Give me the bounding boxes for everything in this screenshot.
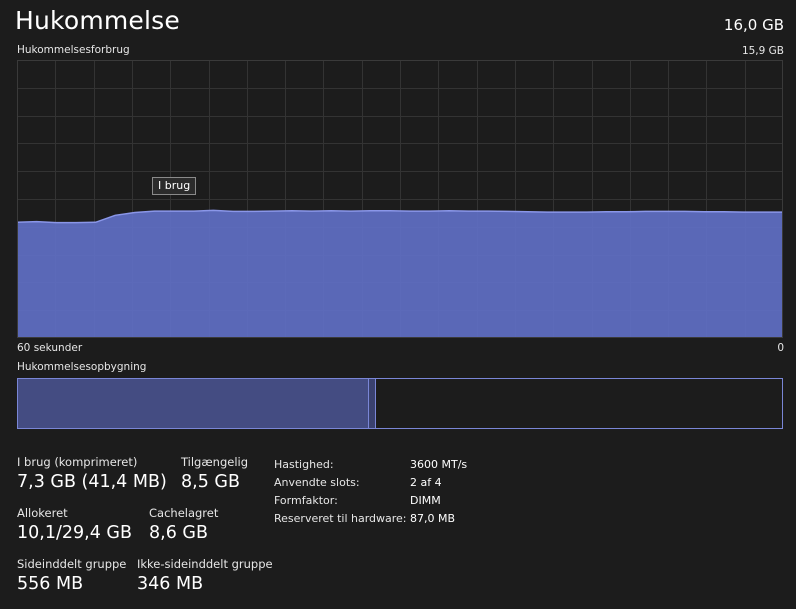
- property-value: DIMM: [410, 493, 441, 507]
- stat-paged-pool: Sideinddelt gruppe 556 MB: [17, 557, 126, 594]
- stat-paged-pool-value: 556 MB: [17, 574, 84, 594]
- stat-in-use: I brug (komprimeret) 7,3 GB (41,4 MB): [17, 455, 167, 492]
- memory-properties: Hastighed: 3600 MT/s Anvendte slots: 2 a…: [274, 455, 467, 527]
- memory-usage-chart[interactable]: [17, 60, 783, 338]
- composition-label: Hukommelsesopbygning: [17, 361, 147, 373]
- property-key: Hastighed:: [274, 457, 334, 471]
- stat-available-value: 8,5 GB: [181, 472, 240, 492]
- time-left-label: 60 sekunder: [17, 342, 83, 354]
- property-row: Formfaktor: DIMM: [274, 491, 467, 509]
- stat-in-use-label: I brug (komprimeret): [17, 455, 138, 469]
- property-key: Reserveret til hardware:: [274, 511, 407, 525]
- property-value: 2 af 4: [410, 475, 442, 489]
- stat-paged-pool-label: Sideinddelt gruppe: [17, 557, 127, 571]
- memory-composition-bar[interactable]: [17, 378, 783, 429]
- stat-available: Tilgængelig 8,5 GB: [181, 455, 248, 492]
- stat-cached-value: 8,6 GB: [149, 523, 208, 543]
- property-value: 3600 MT/s: [410, 457, 468, 471]
- composition-modified-segment[interactable]: [369, 379, 376, 428]
- stat-cached: Cachelagret 8,6 GB: [149, 506, 218, 543]
- page-title: Hukommelse: [15, 6, 180, 35]
- property-value: 87,0 MB: [410, 511, 456, 525]
- stat-committed-value: 10,1/29,4 GB: [17, 523, 132, 543]
- memory-usage-chart-svg: [17, 60, 783, 338]
- property-row: Anvendte slots: 2 af 4: [274, 473, 467, 491]
- stat-cached-label: Cachelagret: [149, 506, 219, 520]
- composition-in-use-segment[interactable]: [18, 379, 369, 428]
- stat-committed-label: Allokeret: [17, 506, 68, 520]
- stat-available-label: Tilgængelig: [181, 455, 249, 469]
- memory-performance-panel: Hukommelse 16,0 GB Hukommelsesforbrug 15…: [0, 0, 796, 609]
- usage-chart-max: 15,9 GB: [741, 45, 784, 57]
- chart-tooltip: I brug: [152, 177, 197, 195]
- stat-nonpaged-pool-label: Ikke-sideinddelt gruppe: [137, 557, 273, 571]
- usage-chart-label: Hukommelsesforbrug: [17, 44, 130, 56]
- stat-nonpaged-pool-value: 346 MB: [137, 574, 204, 594]
- time-right-label: 0: [777, 342, 784, 354]
- stat-committed: Allokeret 10,1/29,4 GB: [17, 506, 132, 543]
- property-row: Hastighed: 3600 MT/s: [274, 455, 467, 473]
- series-area-in-use: [17, 210, 783, 338]
- total-memory: 16,0 GB: [723, 16, 784, 34]
- property-row: Reserveret til hardware: 87,0 MB: [274, 509, 467, 527]
- property-key: Anvendte slots:: [274, 475, 360, 489]
- stat-in-use-value: 7,3 GB (41,4 MB): [17, 472, 167, 492]
- stat-nonpaged-pool: Ikke-sideinddelt gruppe 346 MB: [137, 557, 273, 594]
- property-key: Formfaktor:: [274, 493, 338, 507]
